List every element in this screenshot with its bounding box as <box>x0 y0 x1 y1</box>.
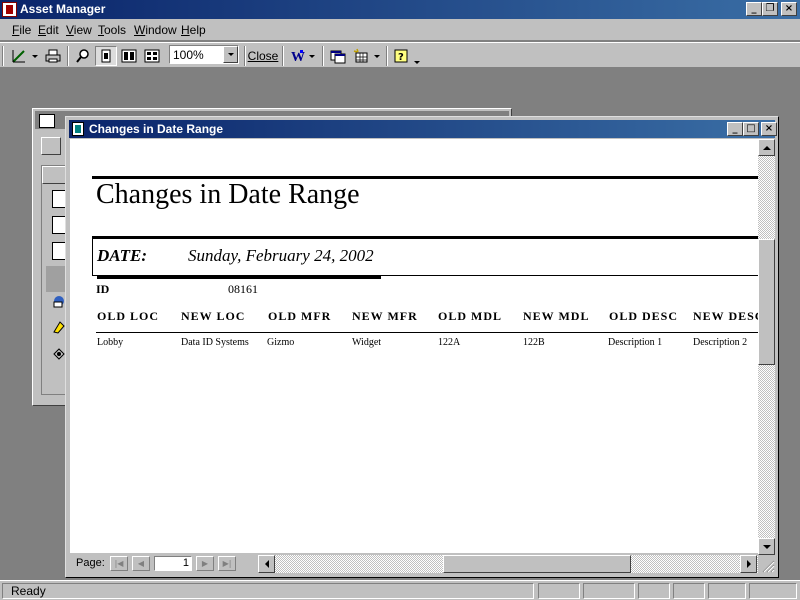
report-close-button[interactable]: × <box>761 122 777 136</box>
print-icon[interactable] <box>42 46 64 66</box>
toolbar: Close W ? <box>0 42 800 68</box>
record-navigation-bar: Page: |◀ ◀ 1 ▶ ▶| <box>70 555 758 573</box>
scroll-up-button[interactable] <box>758 139 775 156</box>
report-window-title: Changes in Date Range <box>89 122 224 136</box>
minimize-button[interactable]: _ <box>746 2 762 16</box>
close-preview-button[interactable]: Close <box>247 46 279 66</box>
report-icon[interactable] <box>72 122 84 136</box>
id-label: ID <box>96 282 110 296</box>
column-header-new-mdl: NEW MDL <box>523 309 590 323</box>
toolbar-separator <box>386 46 388 66</box>
access-key-icon[interactable] <box>2 2 17 17</box>
database-window-icon[interactable] <box>327 46 349 66</box>
report-title: Changes in Date Range <box>96 179 360 210</box>
preview-icon[interactable] <box>41 137 61 155</box>
column-header-rule <box>96 332 758 333</box>
id-rule <box>97 276 381 279</box>
status-text: Ready <box>2 583 534 599</box>
cell-old-mfr: Gizmo <box>267 337 295 348</box>
app-titlebar: Asset Manager _ ❐ × <box>0 0 800 19</box>
menu-view[interactable]: View <box>66 23 92 37</box>
vertical-scroll-thumb[interactable] <box>758 239 775 365</box>
previous-page-button[interactable]: ◀ <box>132 556 150 571</box>
restore-button[interactable]: ❐ <box>762 2 778 16</box>
cell-old-loc: Lobby <box>97 337 124 348</box>
horizontal-scrollbar[interactable] <box>258 555 758 573</box>
database-window-icon <box>39 114 55 128</box>
report-window-titlebar[interactable]: Changes in Date Range _ □ × <box>69 120 777 138</box>
column-header-old-loc: OLD LOC <box>97 309 160 323</box>
menu-tools[interactable]: Tools <box>98 23 126 37</box>
one-page-icon[interactable] <box>95 46 117 66</box>
status-indicator <box>673 583 705 599</box>
column-header-old-desc: OLD DESC <box>609 309 679 323</box>
toolbar-separator <box>282 46 284 66</box>
first-page-button[interactable]: |◀ <box>110 556 128 571</box>
horizontal-scroll-thumb[interactable] <box>443 555 631 573</box>
status-indicator <box>708 583 746 599</box>
page-label: Page: <box>76 557 105 569</box>
size-grip[interactable] <box>758 555 775 573</box>
cell-new-loc: Data ID Systems <box>181 337 249 348</box>
view-dropdown-arrow[interactable] <box>30 46 40 66</box>
new-object-dropdown-arrow[interactable] <box>372 46 382 66</box>
menu-edit[interactable]: Edit <box>38 23 59 37</box>
toolbar-separator <box>244 46 246 66</box>
cell-old-desc: Description 1 <box>608 337 663 348</box>
office-links-word-icon[interactable]: W <box>287 46 307 66</box>
design-view-icon[interactable] <box>8 46 30 66</box>
column-header-old-mdl: OLD MDL <box>438 309 502 323</box>
office-links-dropdown-arrow[interactable] <box>307 46 317 66</box>
cell-new-desc: Description 2 <box>693 337 748 348</box>
scroll-left-button[interactable] <box>258 555 275 573</box>
cell-new-mdl: 122B <box>523 337 545 348</box>
vertical-scrollbar[interactable] <box>758 139 775 555</box>
help-icon[interactable]: ? <box>390 46 412 66</box>
toolbar-separator <box>67 46 69 66</box>
last-page-button[interactable]: ▶| <box>218 556 236 571</box>
zoom-dropdown-button[interactable] <box>223 46 238 63</box>
report-maximize-button[interactable]: □ <box>743 122 759 136</box>
column-header-old-mfr: OLD MFR <box>268 309 332 323</box>
id-value: 08161 <box>228 282 258 296</box>
report-preview-window[interactable]: Changes in Date Range _ □ × Changes in D… <box>65 116 779 578</box>
zoom-value: 100% <box>173 48 204 62</box>
status-bar: Ready <box>0 580 800 600</box>
zoom-magnifier-icon[interactable] <box>72 46 94 66</box>
status-indicator <box>749 583 797 599</box>
app-title: Asset Manager <box>20 2 106 16</box>
column-header-new-mfr: NEW MFR <box>352 309 418 323</box>
scroll-right-button[interactable] <box>740 555 757 573</box>
toolbar-separator <box>322 46 324 66</box>
toolbar-grip <box>2 46 4 66</box>
multiple-pages-icon[interactable] <box>141 46 163 66</box>
zoom-combo[interactable]: 100% <box>169 45 239 64</box>
close-app-button[interactable]: × <box>781 2 797 16</box>
date-label: DATE: <box>97 246 148 265</box>
next-page-button[interactable]: ▶ <box>196 556 214 571</box>
status-indicator <box>638 583 670 599</box>
report-page: Changes in Date Range DATE: Sunday, Febr… <box>70 139 758 553</box>
cell-new-mfr: Widget <box>352 337 382 348</box>
help-dropdown-arrow[interactable] <box>412 52 422 72</box>
status-indicator <box>538 583 580 599</box>
report-minimize-button[interactable]: _ <box>727 122 743 136</box>
status-indicator <box>583 583 635 599</box>
new-object-icon[interactable] <box>350 46 372 66</box>
menu-help[interactable]: Help <box>181 23 206 37</box>
column-header-new-desc: NEW DESC <box>693 309 758 323</box>
cell-old-mdl: 122A <box>438 337 461 348</box>
page-number-input[interactable]: 1 <box>154 556 192 571</box>
date-value: Sunday, February 24, 2002 <box>188 246 374 265</box>
svg-text:?: ? <box>398 52 404 63</box>
two-pages-icon[interactable] <box>118 46 140 66</box>
menu-file[interactable]: File <box>12 23 31 37</box>
menu-bar: File Edit View Tools Window Help <box>0 19 800 41</box>
column-header-new-loc: NEW LOC <box>181 309 246 323</box>
menu-window[interactable]: Window <box>134 23 177 37</box>
scroll-down-button[interactable] <box>758 538 775 555</box>
